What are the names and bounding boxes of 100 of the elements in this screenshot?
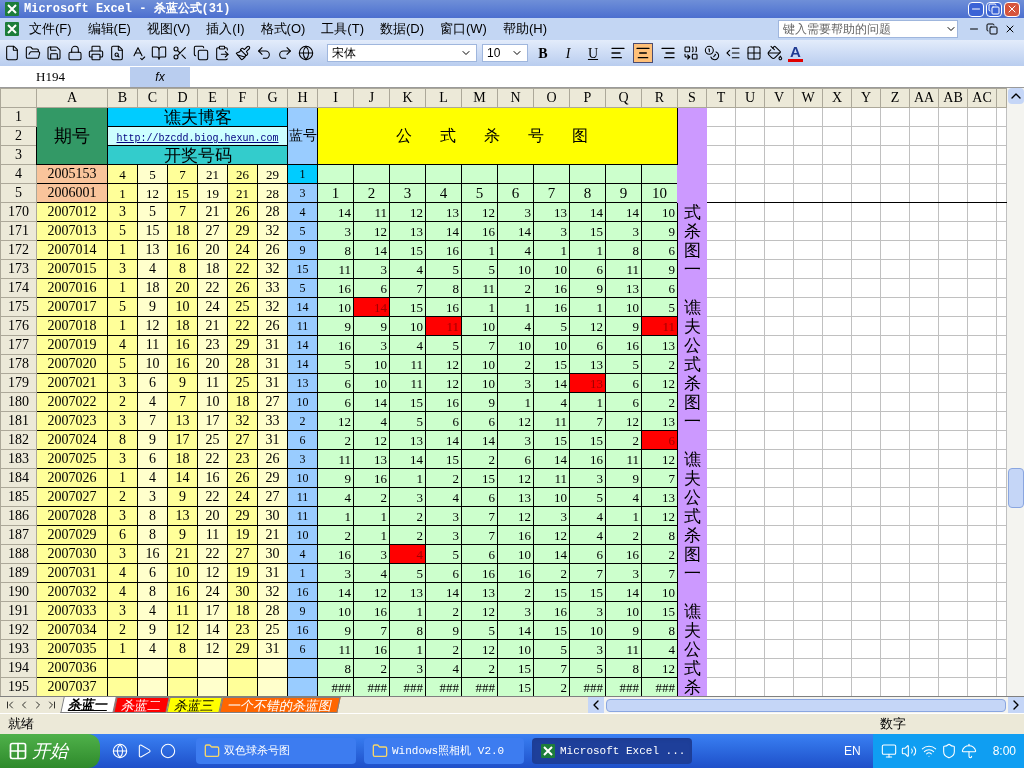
- font-color-button[interactable]: A: [788, 44, 803, 62]
- column-header[interactable]: U: [735, 88, 765, 108]
- menu-item[interactable]: 格式(O): [253, 19, 313, 39]
- folder-icon: [372, 743, 388, 759]
- close-button[interactable]: [1004, 1, 1020, 17]
- format-button[interactable]: I: [558, 42, 578, 64]
- language-indicator[interactable]: EN: [843, 742, 861, 760]
- shield-icon[interactable]: [940, 743, 957, 759]
- print-icon[interactable]: [88, 45, 104, 61]
- cut-icon[interactable]: [172, 45, 188, 61]
- excel-logo-icon: [540, 743, 556, 759]
- paste-icon[interactable]: [214, 45, 230, 61]
- network-icon[interactable]: [920, 743, 937, 759]
- column-header[interactable]: C: [137, 88, 168, 108]
- column-header[interactable]: AB: [938, 88, 968, 108]
- column-header[interactable]: S: [677, 88, 707, 108]
- column-header[interactable]: O: [533, 88, 570, 108]
- menu-item[interactable]: 文件(F): [22, 19, 79, 39]
- column-header[interactable]: X: [822, 88, 852, 108]
- menu-item[interactable]: 帮助(H): [495, 19, 554, 39]
- menu-item[interactable]: 插入(I): [199, 19, 252, 39]
- column-header[interactable]: N: [497, 88, 534, 108]
- sheet-tab[interactable]: 杀蓝一: [60, 697, 117, 713]
- sheet-tab[interactable]: 杀蓝三: [166, 697, 223, 713]
- first-sheet-icon[interactable]: [4, 699, 16, 711]
- taskbar-button[interactable]: Windows照相机 V2.0: [364, 738, 524, 764]
- column-header[interactable]: Z: [880, 88, 910, 108]
- scroll-up-icon[interactable]: [1007, 88, 1024, 104]
- column-header[interactable]: G: [257, 88, 288, 108]
- help-search-field[interactable]: 键入需要帮助的问题: [778, 20, 958, 38]
- column-header[interactable]: T: [706, 88, 736, 108]
- column-header[interactable]: E: [197, 88, 228, 108]
- column-header[interactable]: W: [793, 88, 823, 108]
- column-header[interactable]: H: [287, 88, 318, 108]
- column-header[interactable]: K: [389, 88, 426, 108]
- undo-icon[interactable]: [256, 45, 272, 61]
- column-header[interactable]: B: [107, 88, 138, 108]
- column-header[interactable]: D: [167, 88, 198, 108]
- column-header[interactable]: J: [353, 88, 390, 108]
- brush-icon[interactable]: [235, 45, 251, 61]
- book-icon[interactable]: [151, 45, 167, 61]
- column-header[interactable]: AC: [967, 88, 997, 108]
- menu-item[interactable]: 数据(D): [372, 19, 431, 39]
- menu-item[interactable]: 工具(T): [314, 19, 371, 39]
- close-icon[interactable]: [1004, 23, 1016, 35]
- spelling-icon[interactable]: [130, 45, 146, 61]
- restore-button[interactable]: [986, 1, 1002, 17]
- borders-icon[interactable]: [746, 45, 762, 61]
- column-header[interactable]: F: [227, 88, 258, 108]
- align-center-icon[interactable]: [633, 43, 653, 63]
- new-file-icon[interactable]: [4, 45, 20, 61]
- column-header[interactable]: Q: [605, 88, 642, 108]
- monitor-icon[interactable]: [880, 743, 897, 759]
- scroll-left-icon[interactable]: [588, 697, 604, 713]
- speaker-icon[interactable]: [900, 743, 917, 759]
- merge-icon[interactable]: [683, 45, 699, 61]
- sheet-tab[interactable]: 杀蓝二: [113, 697, 170, 713]
- scroll-thumb[interactable]: [606, 698, 1006, 712]
- horizontal-scrollbar[interactable]: [588, 697, 1024, 713]
- scroll-right-icon[interactable]: [1008, 697, 1024, 713]
- last-sheet-icon[interactable]: [46, 699, 58, 711]
- print-preview-icon[interactable]: [109, 45, 125, 61]
- lock-icon[interactable]: [67, 45, 83, 61]
- save-icon[interactable]: [46, 45, 62, 61]
- column-header[interactable]: P: [569, 88, 606, 108]
- font-size-select[interactable]: 10: [482, 44, 528, 62]
- scroll-thumb[interactable]: [1007, 468, 1024, 508]
- column-header[interactable]: M: [461, 88, 498, 108]
- taskbar-button[interactable]: 双色球杀号图: [196, 738, 356, 764]
- copy-icon[interactable]: [193, 45, 209, 61]
- format-button[interactable]: B: [533, 42, 553, 64]
- globe-icon[interactable]: [298, 45, 314, 61]
- redo-icon[interactable]: [277, 45, 293, 61]
- column-header[interactable]: V: [764, 88, 794, 108]
- font-select[interactable]: 宋体: [327, 44, 477, 62]
- column-header[interactable]: Y: [851, 88, 881, 108]
- format-button[interactable]: U: [583, 42, 603, 64]
- fill-color-icon[interactable]: [767, 45, 783, 61]
- vertical-scrollbar[interactable]: [1007, 88, 1024, 696]
- column-header[interactable]: AA: [909, 88, 939, 108]
- column-header[interactable]: L: [425, 88, 462, 108]
- taskbar-button[interactable]: Microsoft Excel ...: [532, 738, 692, 764]
- column-header[interactable]: R: [641, 88, 678, 108]
- media-player-icon[interactable]: [136, 743, 152, 759]
- umbrella-icon[interactable]: [960, 743, 977, 759]
- circle-icon[interactable]: [160, 743, 176, 759]
- folder-icon[interactable]: [25, 45, 41, 61]
- browser-icon[interactable]: [112, 743, 128, 759]
- minimize-button[interactable]: [968, 1, 984, 17]
- name-box[interactable]: H194: [0, 66, 130, 87]
- num-lock-indicator: 数字: [880, 714, 906, 733]
- column-header[interactable]: A: [36, 88, 108, 108]
- restore-icon[interactable]: [986, 23, 998, 35]
- column-header[interactable]: I: [317, 88, 354, 108]
- fx-label[interactable]: fx: [130, 66, 190, 87]
- indent-icon[interactable]: [725, 45, 741, 61]
- menu-item[interactable]: 视图(V): [139, 19, 198, 39]
- menu-item[interactable]: 编辑(E): [80, 19, 138, 39]
- menu-item[interactable]: 窗口(W): [433, 19, 494, 39]
- currency-icon[interactable]: [704, 45, 720, 61]
